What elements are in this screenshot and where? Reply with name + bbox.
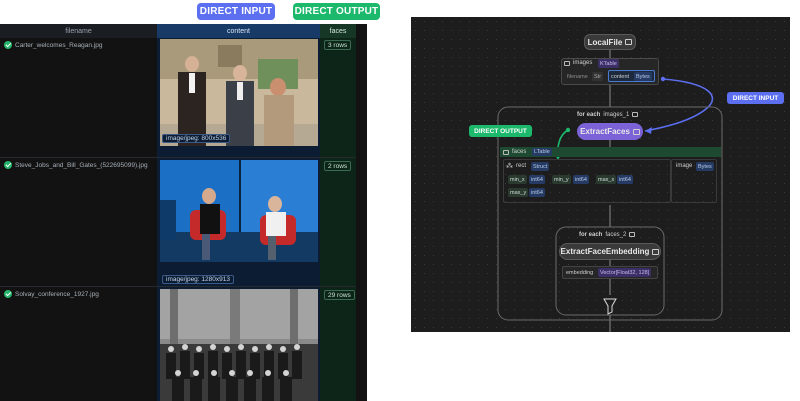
images-field[interactable]: images xyxy=(564,58,592,68)
column-header-filename[interactable]: filename xyxy=(0,24,157,38)
table-header: filename content faces xyxy=(0,24,367,38)
direct-output-tag: DIRECT OUTPUT xyxy=(293,3,380,20)
for-each-label: for each xyxy=(577,111,601,118)
faces-type-chip: LTable xyxy=(532,148,552,156)
table-row-filename[interactable]: Carter_welcomes_Reagan.jpg xyxy=(4,40,102,50)
localfile-node[interactable]: LocalFile xyxy=(584,34,636,50)
embedding-type-chip: Vector[Float32, 128] xyxy=(598,268,652,277)
faces-label: faces xyxy=(512,149,527,155)
content-type-tag: image/jpeg: 1280x913 xyxy=(162,275,234,284)
content-field-label: content xyxy=(611,73,630,80)
table-icon xyxy=(503,149,509,155)
embedding-field-label[interactable]: embedding xyxy=(566,268,593,277)
extractfaceembedding-label: ExtractFaceEmbedding xyxy=(560,247,650,256)
direct-input-tag: DIRECT INPUT xyxy=(197,3,275,20)
min-x-type-chip: int64 xyxy=(529,175,545,184)
max-x-field[interactable]: max_x xyxy=(596,175,617,184)
table-icon xyxy=(625,39,633,45)
table-icon xyxy=(652,248,660,255)
table-icon xyxy=(632,112,639,117)
extractfaces-label: ExtractFaces xyxy=(580,127,630,136)
image-type-chip: Bytes xyxy=(696,162,714,171)
photo-thumbnail[interactable] xyxy=(160,39,318,146)
extractfaces-node[interactable]: ExtractFaces xyxy=(577,123,643,140)
faces-rows-badge[interactable]: 2 rows xyxy=(324,161,352,171)
rect-field[interactable]: ⁂ rect xyxy=(506,161,526,170)
filename-text: Carter_welcomes_Reagan.jpg xyxy=(15,41,103,49)
direct-input-graph-tag: DIRECT INPUT xyxy=(727,92,784,104)
for-each-images-header: for each images_1 xyxy=(577,110,639,119)
screenshot-root: DIRECT INPUT DIRECT OUTPUT filename cont… xyxy=(0,0,800,401)
check-icon xyxy=(4,161,12,169)
row-divider xyxy=(0,157,356,158)
images-label: images xyxy=(573,60,593,66)
faces-rows-badge[interactable]: 3 rows xyxy=(324,40,352,50)
images-type-chip: KTable xyxy=(598,59,619,68)
extractfaceembedding-node[interactable]: ExtractFaceEmbedding xyxy=(559,243,661,260)
column-header-faces[interactable]: faces xyxy=(320,24,356,38)
faces-field: faces xyxy=(503,147,526,157)
for-each-faces-header: for each faces_2 xyxy=(579,230,636,239)
rect-type-chip: Struct xyxy=(531,162,550,171)
table-icon xyxy=(564,60,570,66)
hierarchy-icon: ⁂ xyxy=(506,162,513,170)
content-type-chip: Bytes xyxy=(634,72,652,81)
min-y-field[interactable]: min_y xyxy=(552,175,571,184)
filename-field-label[interactable]: filename xyxy=(567,72,588,81)
faces-rows-badge[interactable]: 29 rows xyxy=(324,290,355,300)
funnel-icon[interactable] xyxy=(601,297,619,315)
min-y-type-chip: int64 xyxy=(573,175,589,184)
max-y-type-chip: int64 xyxy=(529,188,545,197)
check-icon xyxy=(4,290,12,298)
table-row-filename[interactable]: Solvay_conference_1927.jpg xyxy=(4,289,99,299)
min-x-field[interactable]: min_x xyxy=(508,175,527,184)
direct-output-graph-tag: DIRECT OUTPUT xyxy=(469,125,532,137)
for-each-target: images_1 xyxy=(603,111,630,118)
flow-graph-canvas[interactable]: LocalFile images KTable filename Str con… xyxy=(411,17,790,332)
localfile-label: LocalFile xyxy=(587,37,623,47)
filename-text: Solvay_conference_1927.jpg xyxy=(15,290,99,298)
image-field-label[interactable]: image xyxy=(676,161,692,170)
photo-thumbnail[interactable] xyxy=(160,160,318,262)
data-table: filename content faces Carter_welcomes_R… xyxy=(0,24,367,401)
faces-column xyxy=(320,38,356,401)
content-type-tag: image/jpeg: 800x536 xyxy=(162,134,231,143)
for-each-target: faces_2 xyxy=(605,231,627,238)
for-each-label: for each xyxy=(579,231,603,238)
photo-thumbnail[interactable] xyxy=(160,289,318,401)
max-y-field[interactable]: max_y xyxy=(508,188,529,197)
max-x-type-chip: int64 xyxy=(617,175,633,184)
table-icon xyxy=(629,232,636,237)
table-row-filename[interactable]: Steve_Jobs_and_Bill_Gates_(522695099).jp… xyxy=(4,160,148,170)
table-icon xyxy=(632,128,640,135)
filename-text: Steve_Jobs_and_Bill_Gates_(522695099).jp… xyxy=(15,161,148,169)
filename-type-chip: Str xyxy=(592,72,604,81)
row-divider xyxy=(0,286,356,287)
rect-label: rect xyxy=(516,162,527,169)
check-icon xyxy=(4,41,12,49)
column-header-content[interactable]: content xyxy=(157,24,320,38)
